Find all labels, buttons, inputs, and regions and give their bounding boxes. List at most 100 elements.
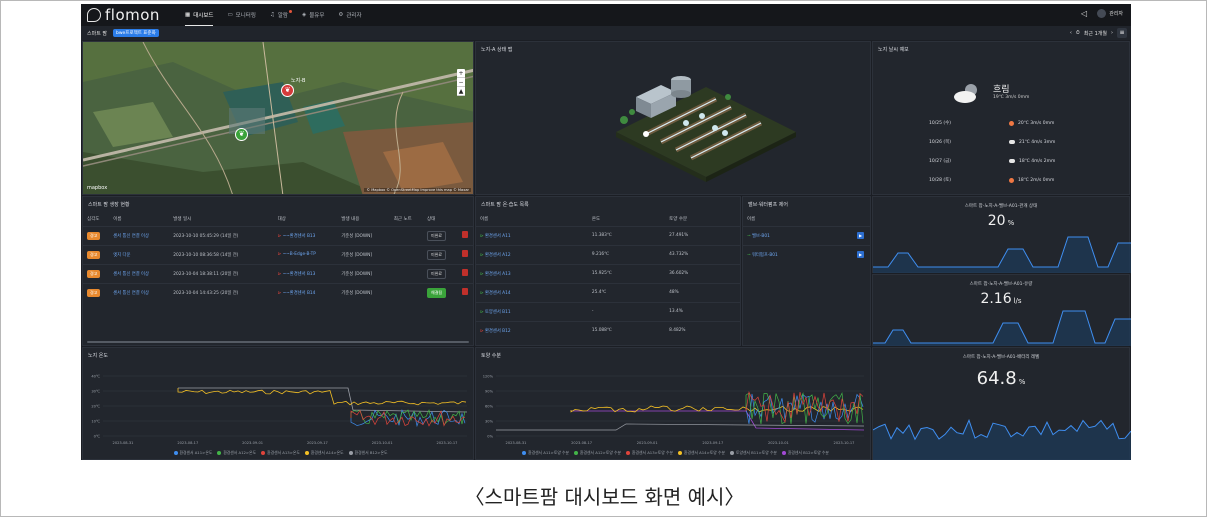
next-range-button[interactable]: › (1111, 30, 1113, 36)
dashboard-app: flomon ▦ 대시보드 ▭ 모니터링 ♫ 알람 ◈ 물유무 ⚙ 관리자 ◁ 관리자 스마트 팜… (81, 4, 1131, 460)
control-name[interactable]: 밸브-B01 (752, 234, 770, 239)
sensor-name[interactable]: 환경센서 A14 (485, 291, 511, 296)
table-row[interactable]: 경고 센서 통신 연결 이상 2023-10-04 14:43:25 (20일 전)… (83, 282, 473, 302)
y-tick-label: 0% (487, 435, 493, 439)
table-row[interactable]: ⊳ 환경센서 A13 15.925℃ 36.602% (476, 263, 740, 283)
trash-icon[interactable] (461, 269, 468, 276)
legend-label[interactable]: 환경센서 A13>토양 수분 (632, 450, 673, 455)
table-row[interactable]: ⊳ 환경센서 B12 15.088℃ 8.482% (476, 320, 740, 340)
temp-title: 노지 온도 (88, 353, 108, 359)
sensor-name[interactable]: 환경센서 B12 (485, 329, 511, 334)
cloud-sun-icon (954, 84, 977, 103)
status-badge[interactable]: 미완료 (427, 249, 447, 260)
node-b-marker[interactable]: ❦ (281, 84, 294, 97)
growth-header-cell: 상태 (427, 217, 436, 223)
legend-swatch (574, 451, 579, 455)
y-tick-label: 30% (485, 420, 494, 424)
compass-button[interactable]: ▲ (457, 87, 465, 96)
status-badge[interactable]: 미완료 (427, 268, 447, 279)
temperature-chart: 40℃ 30℃ 20℃ 10℃ 0℃ 2023-08-31 2023-08-17 2023-0… (91, 375, 468, 445)
severity-badge: 경고 (87, 250, 101, 259)
legend-label[interactable]: 환경센서 A11>토양 수분 (528, 450, 569, 455)
x-tick-label: 2023-10-17 (834, 441, 855, 445)
trash-icon[interactable] (461, 231, 468, 238)
horizontal-scrollbar[interactable] (87, 341, 469, 343)
table-row[interactable]: ⊳ 환경센서 A12 9.216℃ 43.732% (476, 244, 740, 264)
top-right-tools: ◁ 관리자 (1081, 9, 1123, 18)
clock-icon: ⏱ (1075, 30, 1080, 36)
forecast-row: 10/27 (금) 18℃ 4m/s 2mm (929, 158, 1055, 165)
x-tick-label: 2023-08-17 (177, 441, 198, 445)
legend-swatch (729, 451, 734, 455)
announce-icon[interactable]: ◁ (1081, 9, 1087, 18)
table-row[interactable]: ⊳ 토양센서 B11-13.4% (476, 301, 740, 321)
control-row: ⇀ 워터펌프-B01 ▶ (743, 244, 870, 264)
trash-icon[interactable] (461, 288, 468, 296)
legend-label[interactable]: 환경센서 A13>온도 (267, 450, 300, 455)
sensor-temp: 9.216℃ (587, 244, 666, 264)
satellite-map[interactable]: ❦ 노지-B ❦ + − ▲ mapbox © Mapbox © OpenStr… (82, 41, 474, 195)
zoom-in-button[interactable]: + (457, 69, 465, 78)
legend-label[interactable]: 환경센서 B12>토양 수분 (788, 450, 829, 455)
legend-label[interactable]: 환경센서 A12>온도 (223, 450, 256, 455)
nav-item-0[interactable]: ▦ 대시보드 (185, 4, 214, 26)
menu-button[interactable]: ≡ (1117, 28, 1127, 38)
trash-icon[interactable] (461, 250, 468, 257)
zoom-out-button[interactable]: − (457, 78, 465, 87)
user-menu[interactable]: 관리자 (1097, 9, 1123, 18)
alarm-time: 2023-10-10 08:36:58 (14일 전) (169, 244, 274, 264)
alarm-name[interactable]: 센서 통신 연결 이상 (109, 263, 170, 283)
sensor-header-cell: 이름 (480, 217, 489, 223)
table-row[interactable]: ⊳ 환경센서 A11 11.383℃ 27.491% (476, 225, 740, 245)
legend-label[interactable]: 환경센서 A11>온도 (180, 450, 213, 455)
table-row[interactable]: ⊳ 환경센서 A14 25.4℃ 48% (476, 282, 740, 302)
weather-title: 노지 날씨 예보 (878, 47, 909, 53)
today-condition: 흐림 (993, 85, 1010, 95)
project-badge[interactable]: bwe프로젝트 표준화 (113, 29, 159, 37)
legend-label[interactable]: 환경센서 A14>토양 수분 (684, 450, 725, 455)
sensor-list-panel: 스마트 팜 온·습도 목록 이름 온도 토양 수분 ⊳ 환경센서 A11 11.383… (475, 196, 741, 346)
table-row[interactable]: 경고 센서 통신 연결 이상 2023-10-10 05:45:29 (14일 전)… (83, 225, 473, 245)
x-tick-label: 2023-08-31 (506, 441, 527, 445)
status-badge[interactable]: 미완료 (427, 230, 447, 241)
legend-label[interactable]: 환경센서 B12>온도 (355, 450, 388, 455)
brand-logo[interactable]: flomon (87, 6, 181, 24)
nav-item-3[interactable]: ◈ 물유무 (302, 4, 324, 26)
forecast-date: 10/26 (목) (929, 140, 952, 145)
status-badge[interactable]: 해결됨 (427, 287, 447, 298)
x-tick-label: 2023-09-01 (242, 441, 263, 445)
sensor-table-header: 이름 온도 토양 수분 (476, 213, 740, 226)
alarm-name[interactable]: 센서 통신 연결 이상 (109, 282, 170, 302)
node-a-marker[interactable]: ❦ (235, 128, 248, 141)
alarm-target[interactable]: ~~환경센서 B14 (283, 291, 316, 296)
nav-item-1[interactable]: ▭ 모니터링 (227, 4, 255, 26)
nav-item-4[interactable]: ⚙ 관리자 (338, 4, 361, 26)
nav-label: 대시보드 (193, 13, 214, 19)
alarm-target[interactable]: ~~환경센서 B13 (283, 234, 316, 239)
table-row[interactable]: 경고 센서 통신 연결 이상 2023-10-04 18:38:11 (20일 전)… (83, 263, 473, 283)
legend-swatch (626, 451, 631, 455)
control-name[interactable]: 워터펌프-B01 (752, 253, 778, 258)
legend-label[interactable]: 환경센서 A14>온도 (311, 450, 344, 455)
alarm-target[interactable]: ~~환경센서 B13 (283, 272, 316, 277)
legend-label[interactable]: 환경센서 A12>토양 수분 (580, 450, 621, 455)
table-row[interactable]: 경고 엣지 다운 2023-10-10 08:36:58 (14일 전) ⊳ ~~B-… (83, 244, 473, 264)
y-tick-label: 20℃ (91, 405, 100, 409)
sensor-temp: 11.383℃ (587, 225, 666, 245)
sensor-name[interactable]: 토양센서 B11 (485, 310, 511, 315)
sensor-name[interactable]: 환경센서 A11 (485, 234, 511, 239)
legend-label[interactable]: 토양센서 B11>토양 수분 (736, 450, 777, 455)
range-label[interactable]: 최근 1개월 (1084, 30, 1107, 37)
alarm-name[interactable]: 엣지 다운 (109, 244, 170, 264)
today-detail: 19℃ 3m/s 0mm (993, 95, 1030, 100)
play-button[interactable]: ▶ (857, 251, 864, 259)
series-line (745, 391, 864, 425)
nav-item-2[interactable]: ♫ 알람 (270, 4, 292, 26)
alarm-target[interactable]: ~~B-Edge-B-TP (283, 252, 316, 257)
user-name: 관리자 (1109, 11, 1123, 17)
sensor-name[interactable]: 환경센서 A13 (485, 272, 511, 277)
prev-range-button[interactable]: ‹ (1070, 30, 1072, 36)
play-button[interactable]: ▶ (857, 232, 864, 239)
sensor-name[interactable]: 환경센서 A12 (485, 253, 511, 258)
alarm-name[interactable]: 센서 통신 연결 이상 (109, 225, 170, 245)
